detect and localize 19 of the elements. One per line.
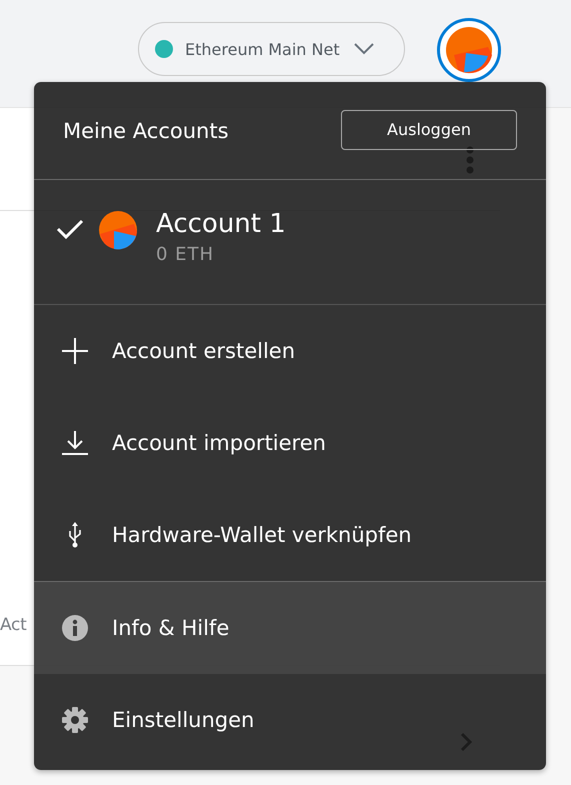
menu-item[interactable]: Einstellungen	[34, 674, 546, 766]
activity-tab[interactable]: Act	[0, 615, 26, 635]
network-selector[interactable]: Ethereum Main Net	[138, 22, 405, 76]
usb-icon	[67, 521, 83, 549]
logout-button[interactable]: Ausloggen	[341, 110, 517, 150]
menu-item[interactable]: Info & Hilfe	[34, 582, 546, 674]
menu-title: Meine Accounts	[63, 118, 229, 142]
info-icon	[62, 615, 88, 641]
account-balance: 0 ETH	[156, 244, 216, 265]
menu-item[interactable]: Account erstellen	[34, 305, 546, 397]
menu-item[interactable]: Account importieren	[34, 397, 546, 489]
avatar-icon	[98, 210, 138, 250]
account-item[interactable]: Account 1 0 ETH	[34, 180, 546, 265]
menu-item[interactable]: Hardware-Wallet verknüpfen	[34, 489, 546, 581]
settings-icon	[62, 707, 88, 733]
account-name: Account 1	[156, 208, 286, 240]
caret-icon	[354, 43, 374, 55]
plus-icon	[62, 338, 88, 364]
download-icon	[62, 430, 88, 456]
